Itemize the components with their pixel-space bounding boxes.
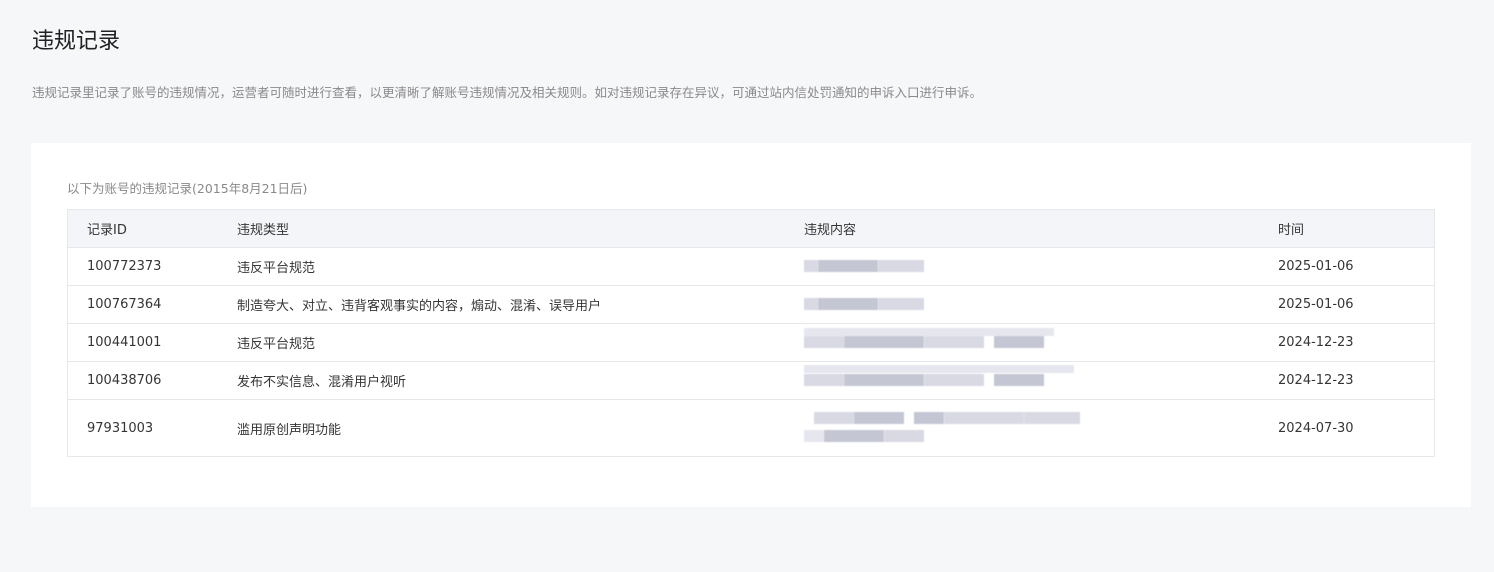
column-header-type: 违规类型 bbox=[237, 223, 290, 238]
table-row: 100438706 发布不实信息、混淆用户视听 2024-12-23 bbox=[68, 361, 1434, 399]
table-row: 100772373 违反平台规范 2025-01-06 bbox=[68, 247, 1434, 285]
violation-type: 违反平台规范 bbox=[237, 261, 316, 276]
violation-type: 发布不实信息、混淆用户视听 bbox=[237, 375, 407, 390]
violation-type: 滥用原创声明功能 bbox=[237, 422, 342, 438]
column-header-time: 时间 bbox=[1278, 223, 1305, 238]
violation-content-redacted bbox=[804, 248, 1254, 285]
record-id: 100441001 bbox=[87, 335, 162, 350]
violation-content-redacted bbox=[804, 400, 1254, 456]
table-row: 100441001 违反平台规范 2024-12-23 bbox=[68, 323, 1434, 361]
violation-time: 2024-07-30 bbox=[1278, 420, 1354, 436]
table-row: 100767364 制造夸大、对立、违背客观事实的内容，煽动、混淆、误导用户 2… bbox=[68, 285, 1434, 323]
violation-content-redacted bbox=[804, 362, 1254, 399]
violation-type: 违反平台规范 bbox=[237, 337, 316, 352]
violation-time: 2025-01-06 bbox=[1278, 297, 1354, 312]
violation-records-table: 记录ID 违规类型 违规内容 时间 100772373 违反平台规范 2025-… bbox=[67, 209, 1435, 457]
record-id: 100438706 bbox=[87, 373, 162, 388]
column-header-id: 记录ID bbox=[87, 223, 127, 238]
page-title: 违规记录 bbox=[32, 29, 121, 54]
violation-content-redacted bbox=[804, 324, 1254, 361]
violation-content-redacted bbox=[804, 286, 1254, 323]
record-id: 100772373 bbox=[87, 259, 162, 274]
column-header-content: 违规内容 bbox=[804, 223, 857, 238]
violation-time: 2024-12-23 bbox=[1278, 373, 1354, 388]
record-id: 97931003 bbox=[87, 420, 154, 436]
card-subtitle: 以下为账号的违规记录(2015年8月21日后) bbox=[67, 181, 308, 196]
violation-type: 制造夸大、对立、违背客观事实的内容，煽动、混淆、误导用户 bbox=[237, 299, 602, 314]
violation-records-card: 以下为账号的违规记录(2015年8月21日后) 记录ID 违规类型 违规内容 时… bbox=[31, 143, 1471, 507]
table-row: 97931003 滥用原创声明功能 2024-07-30 bbox=[68, 399, 1434, 456]
table-header: 记录ID 违规类型 违规内容 时间 bbox=[68, 210, 1434, 247]
violation-time: 2025-01-06 bbox=[1278, 259, 1354, 274]
page-description: 违规记录里记录了账号的违规情况，运营者可随时进行查看，以更清晰了解账号违规情况及… bbox=[32, 85, 983, 100]
violation-time: 2024-12-23 bbox=[1278, 335, 1354, 350]
record-id: 100767364 bbox=[87, 297, 162, 312]
